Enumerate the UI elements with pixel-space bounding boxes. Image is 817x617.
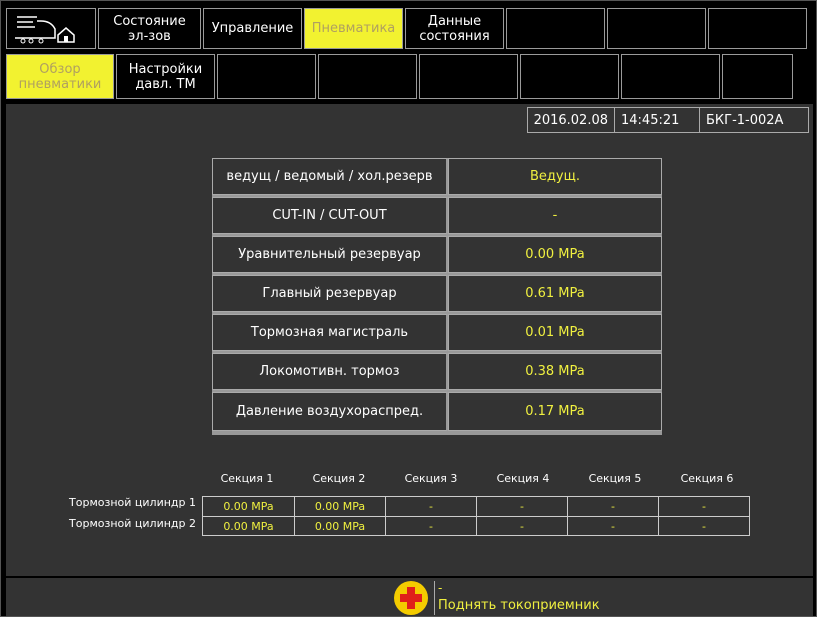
param-value: 0.17 MPa [448,392,662,431]
alarm-bar: - Поднять токоприемник [6,578,813,616]
param-row: Локомотивн. тормоз 0.38 MPa [212,353,662,392]
cylinder-label: Тормозной цилиндр 1 [69,496,196,509]
cylinder-row: 0.00 MPa 0.00 MPa - - - - [203,516,749,535]
tab-label: Состояние эл-зов [113,13,186,44]
section-header: Секция 5 [588,472,642,485]
time-display: 14:45:21 [614,107,700,133]
cylinder-value: - [385,517,476,535]
param-row: Давление воздухораспред. 0.17 MPa [212,392,662,431]
param-row: CUT-IN / CUT-OUT - [212,197,662,236]
tab-control[interactable]: Управление [203,8,302,49]
brake-cylinder-grid: 0.00 MPa 0.00 MPa - - - - 0.00 MPa 0.00 … [202,496,750,536]
section-header: Секция 6 [680,472,734,485]
tab-state-data[interactable]: Данные состояния [405,8,504,49]
subtab-empty-4[interactable] [520,54,619,99]
section-header: Секция 4 [496,472,550,485]
section-header: Секция 3 [404,472,458,485]
tab-empty-3[interactable] [708,8,807,49]
unit-id-display: БКГ-1-002А [699,107,809,133]
main-panel: 2016.02.08 14:45:21 БКГ-1-002А ведущ / в… [6,104,813,576]
cylinder-value: - [658,497,749,516]
param-value: Ведущ. [448,158,662,195]
cylinder-value: - [567,517,658,535]
param-label: Главный резервуар [212,275,448,312]
pneumatics-param-table: ведущ / ведомый / хол.резерв Ведущ. CUT-I… [212,158,662,435]
subtab-pressure-settings[interactable]: Настройки давл. ТМ [116,54,215,99]
cylinder-value: - [476,517,567,535]
param-value: 0.00 MPa [448,236,662,273]
subtab-empty-5[interactable] [621,54,720,99]
param-label: Тормозная магистраль [212,314,448,351]
alarm-message[interactable]: Поднять токоприемник [438,598,600,613]
menu-home-button[interactable] [6,8,96,49]
tab-empty-2[interactable] [607,8,706,49]
screen: Состояние эл-зов Управление Пневматика Д… [0,0,817,617]
sub-nav: Обзор пневматики Настройки давл. ТМ [6,54,795,99]
cylinder-label: Тормозной цилиндр 2 [69,517,196,530]
param-value: 0.38 MPa [448,353,662,390]
param-label: CUT-IN / CUT-OUT [212,197,448,234]
red-cross-alarm-icon[interactable] [394,581,428,615]
section-header: Секция 2 [312,472,366,485]
tab-label: Пневматика [311,21,396,36]
tab-label: Данные состояния [419,13,490,44]
cylinder-row: 0.00 MPa 0.00 MPa - - - - [203,497,749,516]
cylinder-value: - [385,497,476,516]
tab-elements-state[interactable]: Состояние эл-зов [98,8,201,49]
subtab-label: Обзор пневматики [18,61,102,92]
param-label: Уравнительный резервуар [212,236,448,273]
param-row: Тормозная магистраль 0.01 MPa [212,314,662,353]
param-row: Главный резервуар 0.61 MPa [212,275,662,314]
subtab-empty-1[interactable] [217,54,316,99]
cylinder-value: 0.00 MPa [294,517,385,535]
cylinder-value: 0.00 MPa [294,497,385,516]
alarm-divider [434,581,435,615]
param-value: - [448,197,662,234]
cylinder-value: - [658,517,749,535]
param-label: ведущ / ведомый / хол.резерв [212,158,448,195]
main-nav: Состояние эл-зов Управление Пневматика Д… [6,8,809,49]
cylinder-value: 0.00 MPa [223,519,274,533]
param-label: Давление воздухораспред. [212,392,448,431]
cylinder-value: - [567,497,658,516]
cylinder-value: 0.00 MPa [223,500,274,513]
tab-empty-1[interactable] [506,8,605,49]
param-row: Уравнительный резервуар 0.00 MPa [212,236,662,275]
subtab-label: Настройки давл. ТМ [128,61,203,92]
subtab-empty-6[interactable] [722,54,793,99]
section-header: Секция 1 [220,472,274,485]
param-value: 0.61 MPa [448,275,662,312]
param-row: ведущ / ведомый / хол.резерв Ведущ. [212,158,662,197]
subtab-empty-3[interactable] [419,54,518,99]
alarm-code: - [438,581,443,595]
train-home-icon [15,15,75,43]
param-label: Локомотивн. тормоз [212,353,448,390]
date-display: 2016.02.08 [526,107,615,133]
subtab-pneumatics-overview[interactable]: Обзор пневматики [6,54,114,99]
subtab-empty-2[interactable] [318,54,417,99]
tab-pneumatics[interactable]: Пневматика [304,8,403,49]
cylinder-value: - [476,497,567,516]
param-value: 0.01 MPa [448,314,662,351]
tab-label: Управление [211,21,294,36]
status-info-bar: 2016.02.08 14:45:21 БКГ-1-002А [526,107,809,133]
